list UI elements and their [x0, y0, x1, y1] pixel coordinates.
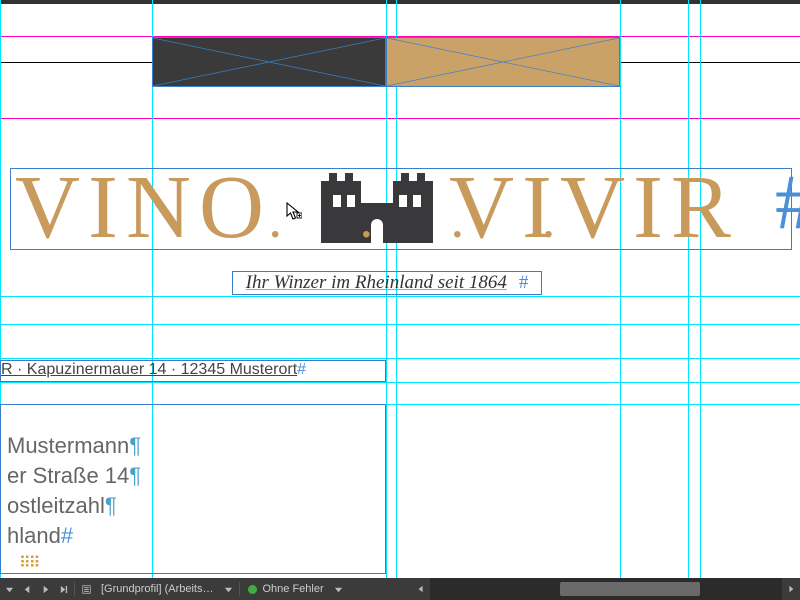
horizontal-scrollbar-track[interactable]	[430, 578, 782, 600]
guide-v-688	[688, 0, 689, 578]
horizontal-scrollbar-thumb[interactable]	[560, 582, 700, 596]
last-page-button[interactable]	[54, 578, 72, 600]
address-hash: #	[61, 523, 73, 548]
tagline-frame[interactable]: Ihr Winzer im Rheinland seit 1864#	[232, 271, 542, 295]
pilcrow-icon: ¶	[129, 463, 141, 488]
sender-frame[interactable]: R · Kapuzinermauer 14 · 12345 Musterort#	[0, 360, 386, 382]
next-page-button[interactable]	[36, 578, 54, 600]
address-line-3: ostleitzahl	[7, 493, 105, 518]
logo-hash-char: #	[775, 163, 800, 241]
guide-h-358	[0, 358, 800, 359]
errors-indicator[interactable]: Ohne Fehler	[242, 583, 329, 595]
margin-guide-2	[0, 118, 800, 119]
profile-dropdown-icon[interactable]	[219, 578, 237, 600]
header-block-dark[interactable]	[152, 37, 386, 87]
statusbar-divider	[74, 582, 75, 596]
guide-h-324	[0, 324, 800, 325]
pilcrow-icon: ¶	[105, 493, 117, 518]
window-top-edge	[0, 0, 800, 4]
guide-v-700	[700, 0, 701, 578]
statusbar-divider	[239, 582, 240, 596]
address-line-4: hland	[7, 523, 61, 548]
overset-indicator-icon: ⠿⠿	[19, 553, 38, 573]
prev-page-button[interactable]	[18, 578, 36, 600]
scroll-right-button[interactable]	[782, 578, 800, 600]
guide-h-296	[0, 296, 800, 297]
sender-text: R · Kapuzinermauer 14 · 12345 Musterort	[1, 361, 297, 378]
status-bar: [Grundprofil] (Arbeits… Ohne Fehler	[0, 578, 800, 600]
guide-v-620	[620, 0, 621, 578]
pilcrow-icon: ¶	[129, 433, 141, 458]
address-line-1: Mustermann	[7, 433, 129, 458]
logo-text-frame[interactable]: VINO VIVIR # • • • •	[10, 168, 792, 250]
header-block-tan[interactable]	[386, 37, 620, 87]
status-dot-icon	[248, 585, 257, 594]
baseline-dots: • • • •	[271, 221, 591, 249]
document-canvas[interactable]: VINO VIVIR # • • • • Ihr Winzer im Rhein…	[0, 0, 800, 578]
profile-label[interactable]: [Grundprofil] (Arbeits…	[95, 583, 219, 595]
tagline-text: Ihr Winzer im Rheinland seit 1864	[240, 272, 513, 293]
address-frame[interactable]: Mustermann¶ er Straße 14¶ ostleitzahl¶ h…	[0, 404, 386, 574]
guide-h-382	[0, 382, 800, 383]
sender-hash: #	[297, 361, 306, 378]
errors-dropdown-icon[interactable]	[330, 578, 348, 600]
errors-label: Ohne Fehler	[262, 583, 323, 595]
tagline-hash: #	[513, 272, 535, 293]
page-menu-icon[interactable]	[77, 578, 95, 600]
address-line-2: er Straße 14	[7, 463, 129, 488]
logo-word-left: VINO	[15, 163, 272, 253]
scroll-left-button[interactable]	[412, 578, 430, 600]
dropdown-icon[interactable]	[0, 578, 18, 600]
